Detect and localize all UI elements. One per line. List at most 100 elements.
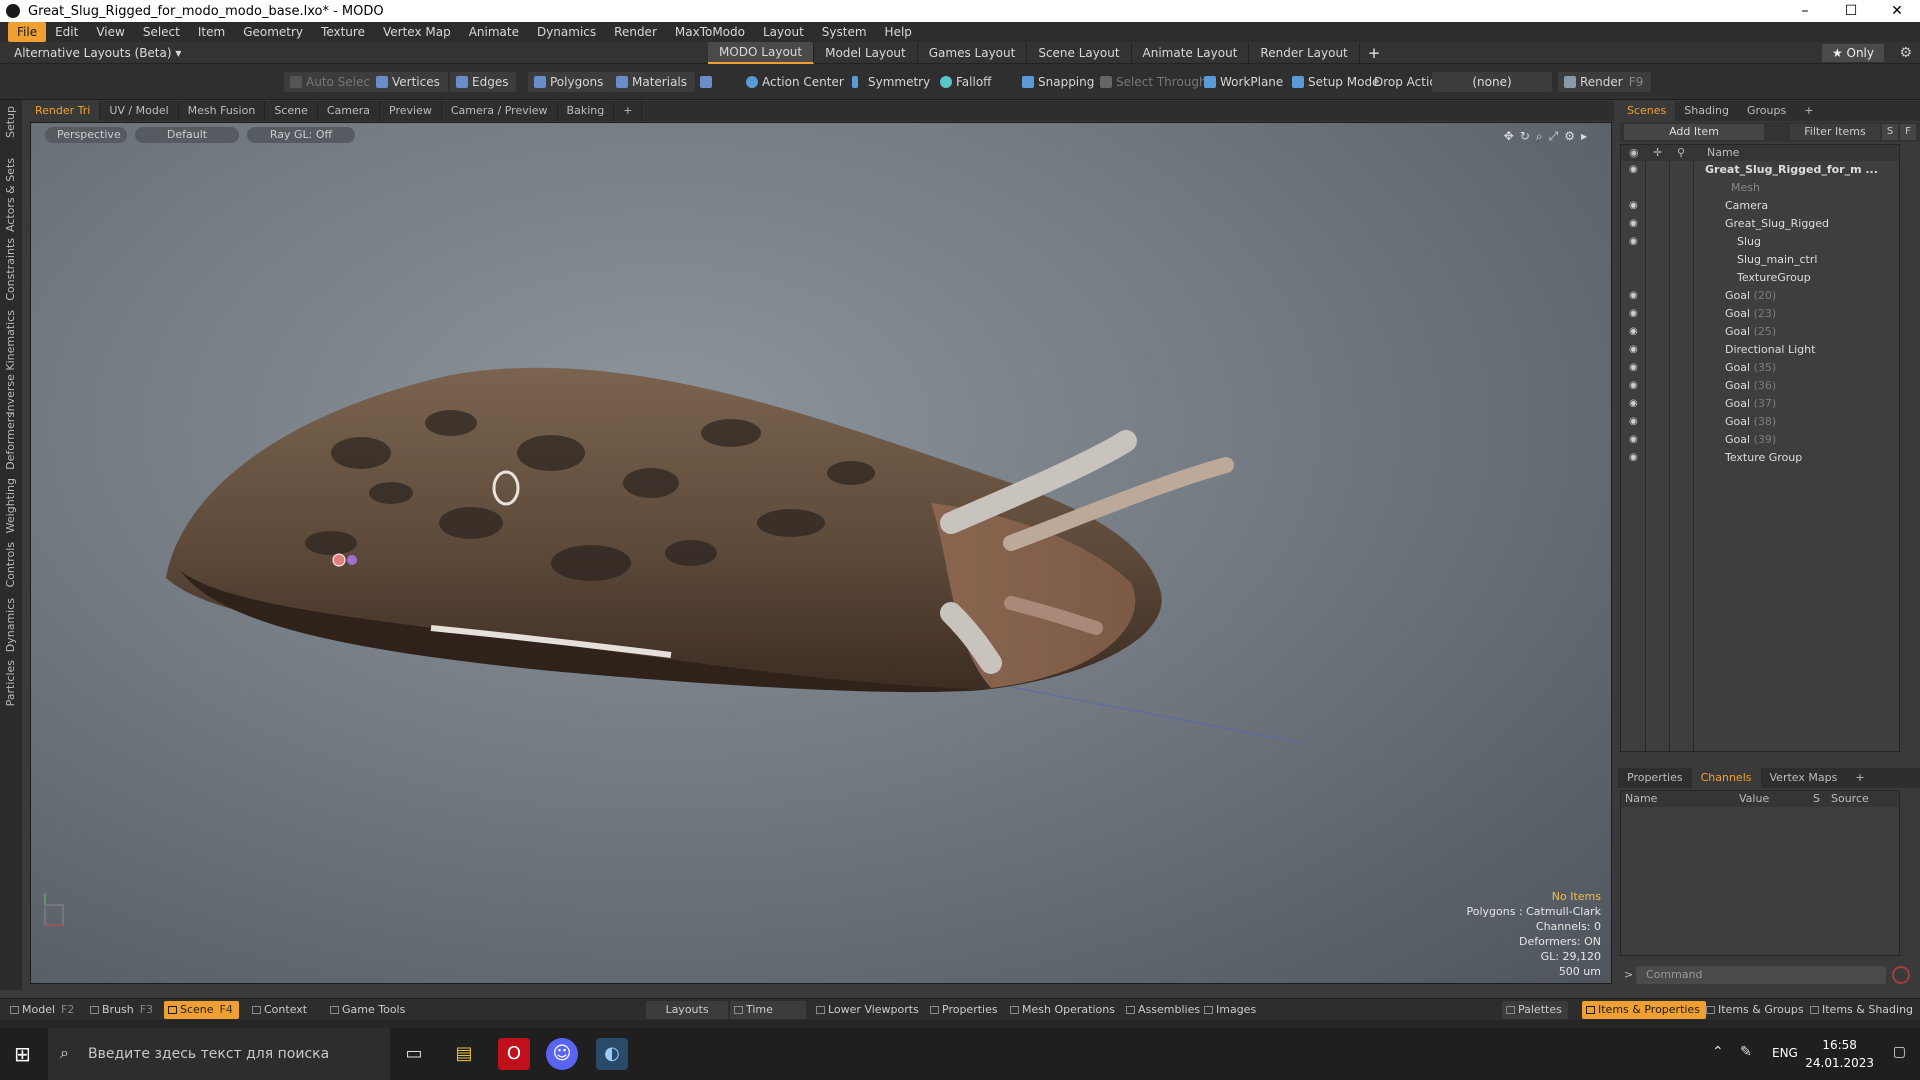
file-explorer-icon[interactable]: ▤ [448, 1038, 480, 1070]
eye-icon[interactable]: ◉ [1629, 359, 1638, 377]
eye-icon[interactable]: ◉ [1629, 161, 1638, 179]
name-column-header[interactable]: Name [1707, 145, 1739, 161]
eye-icon[interactable]: ◉ [1629, 215, 1638, 233]
tab-shading[interactable]: Shading [1675, 101, 1738, 121]
tree-item-goal[interactable]: ◉ Goal (38) [1621, 413, 1899, 431]
command-input[interactable]: Command [1636, 966, 1886, 984]
vtab-particles[interactable]: Particles [4, 660, 17, 706]
eye-icon[interactable]: ◉ [1629, 323, 1638, 341]
tree-item-scene-root[interactable]: ◉ Great_Slug_Rigged_for_m ... [1621, 161, 1899, 179]
menu-animate[interactable]: Animate [460, 22, 528, 42]
polygons-button[interactable]: Polygons [528, 72, 612, 92]
tree-item-texture-group[interactable]: ◉ Texture Group [1621, 449, 1899, 467]
falloff-button[interactable]: Falloff [934, 72, 999, 92]
tab-properties[interactable]: Properties [1618, 768, 1692, 788]
tree-item-goal[interactable]: ◉ Goal (23) [1621, 305, 1899, 323]
tab-uv-model[interactable]: UV / Model [100, 101, 179, 121]
menu-texture[interactable]: Texture [312, 22, 374, 42]
menu-system[interactable]: System [813, 22, 876, 42]
only-toggle[interactable]: ★ Only [1821, 43, 1884, 62]
tab-render-layout[interactable]: Render Layout [1249, 42, 1360, 63]
task-view-icon[interactable]: ▭ [398, 1038, 430, 1070]
tree-item-slug-main-ctrl[interactable]: Slug_main_ctrl [1621, 251, 1899, 269]
images-button[interactable]: Images [1200, 1001, 1262, 1019]
vtab-actors-sets[interactable]: Actors & Sets [4, 158, 17, 232]
menu-edit[interactable]: Edit [46, 22, 87, 42]
items-groups-button[interactable]: Items & Groups [1702, 1001, 1810, 1019]
taskbar-search-input[interactable]: Введите здесь текст для поиска [48, 1028, 390, 1080]
tree-item-directional-light[interactable]: ◉ Directional Light [1621, 341, 1899, 359]
vertices-button[interactable]: Vertices [370, 72, 448, 92]
eye-icon[interactable]: ◉ [1629, 413, 1638, 431]
menu-dynamics[interactable]: Dynamics [528, 22, 605, 42]
tree-item-goal[interactable]: ◉ Goal (39) [1621, 431, 1899, 449]
filter-f-toggle[interactable]: F [1900, 124, 1916, 140]
tree-item-great-slug-rigged[interactable]: ◉ Great_Slug_Rigged [1621, 215, 1899, 233]
add-panel-tab-button[interactable]: + [1795, 101, 1822, 121]
palettes-button[interactable]: Palettes [1502, 1001, 1568, 1019]
eye-icon[interactable]: ◉ [1629, 197, 1638, 215]
channel-value-header[interactable]: Value [1739, 791, 1769, 807]
eye-icon[interactable]: ◉ [1629, 287, 1638, 305]
tree-item-mesh[interactable]: Mesh [1621, 179, 1899, 197]
workplane-button[interactable]: WorkPlane [1198, 72, 1291, 92]
add-item-dropdown[interactable]: Add Item [1624, 124, 1764, 140]
eye-icon[interactable]: ◉ [1629, 431, 1638, 449]
tab-scene[interactable]: Scene [265, 101, 318, 121]
maximize-button[interactable]: ☐ [1828, 0, 1874, 22]
tab-preview[interactable]: Preview [380, 101, 442, 121]
tab-camera-preview[interactable]: Camera / Preview [442, 101, 558, 121]
notifications-icon[interactable]: ▢ [1893, 1044, 1906, 1060]
menu-view[interactable]: View [87, 22, 133, 42]
tab-vertex-maps[interactable]: Vertex Maps [1761, 768, 1847, 788]
context-button[interactable]: Context [248, 1001, 313, 1019]
tab-render-tri[interactable]: Render Tri [26, 101, 101, 121]
language-indicator[interactable]: ENG [1772, 1046, 1798, 1060]
modo-taskbar-icon[interactable]: ◐ [596, 1038, 628, 1070]
layouts-button[interactable]: Layouts [646, 1001, 728, 1019]
tab-groups[interactable]: Groups [1738, 101, 1795, 121]
menu-select[interactable]: Select [134, 22, 189, 42]
edges-button[interactable]: Edges [450, 72, 517, 92]
model-mode-button[interactable]: Model F2 [6, 1001, 80, 1019]
properties-button[interactable]: Properties [926, 1001, 1004, 1019]
tab-modo-layout[interactable]: MODO Layout [708, 41, 815, 64]
tab-animate-layout[interactable]: Animate Layout [1132, 42, 1250, 63]
opera-icon[interactable]: O [498, 1038, 530, 1070]
game-tools-button[interactable]: Game Tools [326, 1001, 411, 1019]
tree-item-goal[interactable]: ◉ Goal (20) [1621, 287, 1899, 305]
vtab-deformers[interactable]: Deformers [4, 412, 17, 470]
filter-s-toggle[interactable]: S [1882, 124, 1898, 140]
tab-scenes[interactable]: Scenes [1618, 101, 1676, 121]
add-layout-button[interactable]: + [1360, 44, 1389, 62]
tab-baking[interactable]: Baking [558, 101, 615, 121]
gear-icon[interactable]: ⚙ [1899, 45, 1912, 61]
tab-channels[interactable]: Channels [1691, 768, 1761, 788]
tree-item-goal[interactable]: ◉ Goal (37) [1621, 395, 1899, 413]
rig-control-purple[interactable] [347, 555, 357, 565]
discord-icon[interactable]: ☺ [546, 1038, 578, 1070]
tree-item-goal[interactable]: ◉ Goal (35) [1621, 359, 1899, 377]
eye-icon[interactable]: ◉ [1629, 305, 1638, 323]
vtab-setup[interactable]: Setup [4, 106, 17, 138]
alternative-layouts-dropdown[interactable]: Alternative Layouts (Beta) ▾ [14, 46, 181, 60]
tab-games-layout[interactable]: Games Layout [918, 42, 1028, 63]
filter-items-input[interactable]: Filter Items [1790, 124, 1880, 140]
drop-action-dropdown[interactable]: (none) [1432, 72, 1552, 92]
menu-render[interactable]: Render [605, 22, 666, 42]
eye-icon[interactable]: ◉ [1629, 449, 1638, 467]
lower-viewports-button[interactable]: Lower Viewports [812, 1001, 925, 1019]
eye-icon[interactable]: ◉ [1629, 395, 1638, 413]
menu-vertex-map[interactable]: Vertex Map [374, 22, 460, 42]
eye-icon[interactable]: ◉ [1629, 377, 1638, 395]
menu-help[interactable]: Help [876, 22, 921, 42]
vtab-weighting[interactable]: Weighting [4, 478, 17, 533]
symmetry-button[interactable]: Symmetry [846, 72, 938, 92]
eye-icon[interactable]: ◉ [1629, 233, 1638, 251]
rig-control-red[interactable] [332, 553, 346, 567]
scene-mode-button[interactable]: Scene F4 [164, 1001, 239, 1019]
tab-mesh-fusion[interactable]: Mesh Fusion [179, 101, 266, 121]
record-icon[interactable] [1892, 966, 1910, 984]
assemblies-button[interactable]: Assemblies [1122, 1001, 1206, 1019]
vtab-controls[interactable]: Controls [4, 542, 17, 588]
